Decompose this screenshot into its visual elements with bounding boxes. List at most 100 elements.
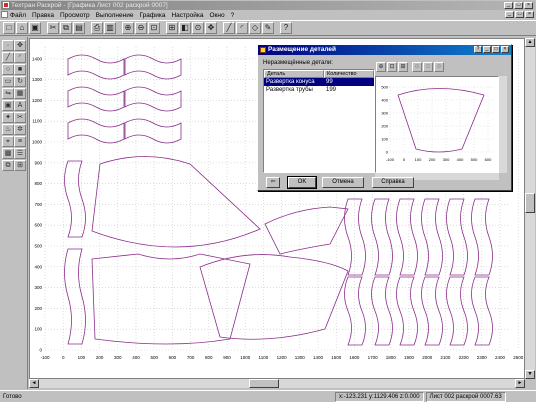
menu-help[interactable]: ? (231, 12, 235, 19)
fire-icon[interactable]: ♨ (2, 124, 14, 135)
vertical-scrollbar[interactable]: ▲ ▼ (525, 38, 535, 379)
copy-icon[interactable]: ⧉ (60, 22, 72, 34)
nest-icon[interactable]: ▩ (2, 148, 14, 159)
x-tick-label: 2400 (495, 355, 506, 360)
dialog-minimize-button[interactable]: _ (483, 46, 491, 53)
toolbar-separator (275, 22, 279, 34)
left-toolbar: · ✥ ╱ ◜ ○ ■ ▭ ↻ ⇋ ▦ ▣ A ✦ ✂ ♨ ✲ ⌖ ≡ ▩ ☰ ⧉ ⊞ (0, 37, 28, 389)
preview-vscroll[interactable] (499, 76, 507, 173)
cut-icon[interactable]: ✂ (47, 22, 59, 34)
hscroll-thumb[interactable] (249, 379, 279, 388)
part-qty: 99 (326, 79, 333, 85)
menu-run[interactable]: Выполнение (96, 12, 134, 19)
zoom-prev-icon[interactable]: ◧ (179, 22, 191, 34)
zoom-window-icon[interactable]: ⊞ (398, 62, 408, 72)
draw-line-icon[interactable]: ╱ (223, 22, 235, 34)
draw-arc-icon[interactable]: ◜ (236, 22, 248, 34)
zoom-prev-icon[interactable]: ⊖ (412, 62, 422, 72)
measure-icon[interactable]: ⌖ (2, 136, 14, 147)
scroll-down-icon[interactable]: ▼ (525, 370, 535, 379)
text-icon[interactable]: A (14, 100, 26, 111)
menu-window[interactable]: Окно (209, 12, 224, 19)
y-tick-label: 100 (34, 327, 42, 332)
preview-svg: 500 400 300 200 100 0 -100 0 100 200 300 400 500 600 (381, 85, 494, 162)
preview-icon[interactable]: ▥ (104, 22, 116, 34)
preview-y-tick: 400 (381, 98, 388, 103)
edit-icon[interactable]: ✎ (262, 22, 274, 34)
dialog-help-button[interactable]: ? (474, 46, 482, 53)
zoom-fit-icon[interactable]: ⊡ (148, 22, 160, 34)
ok-button[interactable]: OK (287, 176, 317, 189)
part-preview[interactable]: 500 400 300 200 100 0 -100 0 100 200 300 400 500 600 (375, 76, 499, 173)
arc-icon[interactable]: ◜ (14, 52, 26, 63)
column-part[interactable]: Деталь (264, 70, 324, 78)
print-icon[interactable]: ⎙ (91, 22, 103, 34)
draw-poly-icon[interactable]: ◇ (249, 22, 261, 34)
x-tick-label: 1700 (368, 355, 379, 360)
pan-icon[interactable]: ✥ (205, 22, 217, 34)
copy-icon[interactable]: ⧉ (2, 160, 14, 171)
doc-restore-button[interactable]: □ (515, 11, 524, 18)
list-icon[interactable]: ☰ (14, 148, 26, 159)
save-icon[interactable]: ▣ (29, 22, 41, 34)
move-icon[interactable]: ✥ (14, 40, 26, 51)
close-button[interactable]: × (524, 2, 533, 9)
mirror-icon[interactable]: ⇋ (2, 88, 14, 99)
zoom-window-icon[interactable]: ⊞ (166, 22, 178, 34)
scroll-up-icon[interactable]: ▲ (525, 38, 535, 47)
select-icon[interactable]: · (2, 40, 14, 51)
dialog-maximize-button[interactable]: □ (492, 46, 500, 53)
paste-icon[interactable]: ▤ (73, 22, 85, 34)
zoom-in-icon[interactable]: ⊕ (376, 62, 386, 72)
list-item[interactable]: Развертка конуса 99 (264, 78, 374, 86)
list-item[interactable]: Развертка трубы 199 (264, 86, 374, 94)
pipe-part (67, 118, 125, 144)
doc-minimize-button[interactable]: _ (505, 11, 514, 18)
maximize-button[interactable]: □ (514, 2, 523, 9)
array-icon[interactable]: ▦ (14, 88, 26, 99)
rect-icon[interactable]: ▭ (2, 76, 14, 87)
circle-icon[interactable]: ○ (2, 64, 14, 75)
new-icon[interactable]: □ (3, 22, 15, 34)
fill-icon[interactable]: ■ (14, 64, 26, 75)
zoom-out-icon[interactable]: ⊖ (135, 22, 147, 34)
nav-button[interactable]: ⇦ (266, 177, 280, 188)
menu-file[interactable]: Файл (10, 12, 26, 19)
pan-icon[interactable]: ⊘ (434, 62, 444, 72)
dialog-close-button[interactable]: × (501, 46, 509, 53)
grid-icon[interactable]: ⊞ (14, 160, 26, 171)
group-icon[interactable]: ▣ (2, 100, 14, 111)
preview-y-tick: 0 (386, 150, 389, 155)
menu-edit[interactable]: Правка (32, 12, 54, 19)
cancel-button[interactable]: Отмена (322, 177, 364, 188)
zoom-fit-icon[interactable]: ⊡ (387, 62, 397, 72)
doc-close-button[interactable]: × (525, 11, 534, 18)
rotate-icon[interactable]: ↻ (14, 76, 26, 87)
zoom-all-icon[interactable]: ⊙ (423, 62, 433, 72)
menu-graphics[interactable]: Графика (139, 12, 165, 19)
node-icon[interactable]: ✦ (2, 112, 14, 123)
menu-view[interactable]: Просмотр (60, 12, 90, 19)
preview-toolbar: ⊕ ⊡ ⊞ ⊖ ⊙ ⊘ (376, 62, 444, 72)
scroll-thumb[interactable] (525, 193, 535, 213)
document-icon[interactable] (1, 11, 8, 18)
horizontal-scrollbar[interactable]: ◄ ► (29, 379, 525, 388)
minimize-button[interactable]: _ (504, 2, 513, 9)
column-quantity[interactable]: Количество (324, 70, 374, 78)
open-icon[interactable]: ⌂ (16, 22, 28, 34)
scroll-right-icon[interactable]: ► (515, 379, 525, 388)
menu-settings[interactable]: Настройка (171, 12, 203, 19)
zoom-all-icon[interactable]: ⊙ (192, 22, 204, 34)
zoom-in-icon[interactable]: ⊕ (122, 22, 134, 34)
help-icon[interactable]: ? (280, 22, 292, 34)
parts-listbox[interactable]: Деталь Количество Развертка конуса 99 Ра… (263, 69, 375, 173)
trim-icon[interactable]: ✂ (14, 112, 26, 123)
line-icon[interactable]: ╱ (2, 52, 14, 63)
gear-icon[interactable]: ✲ (14, 124, 26, 135)
layer-icon[interactable]: ≡ (14, 136, 26, 147)
pipe-part (446, 276, 468, 346)
app-window: Техтран Раскрой - [Графика Лист 002 раск… (0, 0, 536, 402)
scroll-left-icon[interactable]: ◄ (29, 379, 39, 388)
preview-x-tick: 300 (443, 157, 450, 162)
help-button[interactable]: Справка (372, 177, 414, 188)
